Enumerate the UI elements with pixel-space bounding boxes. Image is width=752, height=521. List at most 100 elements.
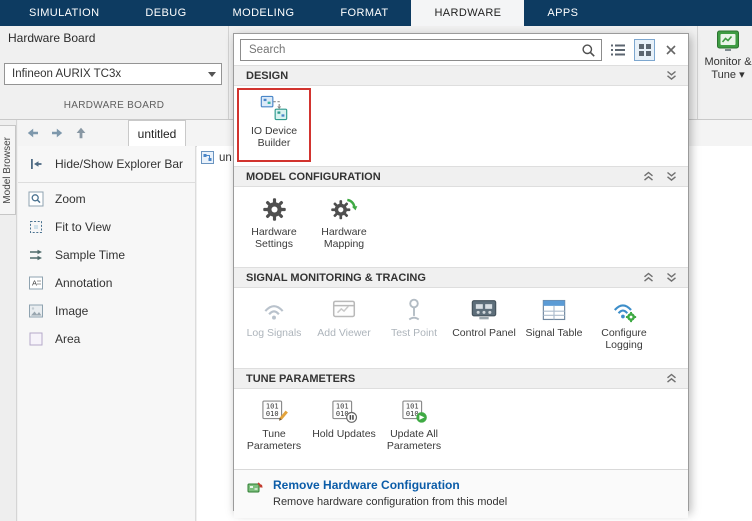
hold-updates-icon: 101 010 <box>328 396 360 426</box>
caret-down-icon <box>203 72 221 77</box>
tab-apps[interactable]: APPS <box>524 0 601 26</box>
hardware-mapping-icon <box>328 194 360 224</box>
chevrons-up-icon[interactable] <box>665 373 678 384</box>
gallery-item-hold-updates[interactable]: 101 010 Hold Updates <box>309 393 379 440</box>
tab-debug[interactable]: DEBUG <box>122 0 209 26</box>
search-box[interactable] <box>240 39 602 61</box>
gallery-item-label: Configure Logging <box>589 327 659 351</box>
annotation-icon: A <box>28 275 44 291</box>
gallery-item-io-device-builder[interactable]: IO Device Builder <box>239 90 309 160</box>
section-title: MODEL CONFIGURATION <box>246 171 381 183</box>
configure-logging-icon <box>608 295 640 325</box>
remove-hardware-link[interactable]: Remove Hardware Configuration <box>273 478 507 492</box>
gallery-item-control-panel[interactable]: Control Panel <box>449 292 519 339</box>
popup-search-row <box>234 34 688 65</box>
palette-divider <box>18 182 195 183</box>
canvas-palette: Hide/Show Explorer Bar Zoom Fit to View … <box>18 146 196 521</box>
gallery-item-hardware-settings[interactable]: Hardware Settings <box>239 191 309 250</box>
monitor-tune-button[interactable]: Monitor & Tune ▾ <box>700 29 752 82</box>
palette-item-label: Sample Time <box>55 248 125 262</box>
palette-item-label: Area <box>55 332 80 346</box>
close-popup-button[interactable] <box>660 39 682 61</box>
update-all-parameters-icon: 101 010 <box>398 396 430 426</box>
gallery-item-add-viewer: Add Viewer <box>309 292 379 339</box>
chevrons-up-icon[interactable] <box>642 272 655 283</box>
tab-format[interactable]: FORMAT <box>317 0 411 26</box>
search-input[interactable] <box>247 43 581 57</box>
monitor-tune-label: Monitor & Tune ▾ <box>700 56 752 82</box>
palette-item-sample-time[interactable]: Sample Time <box>18 241 195 269</box>
palette-item-image[interactable]: Image <box>18 297 195 325</box>
back-button[interactable] <box>24 124 42 142</box>
section-header-design[interactable]: DESIGN <box>234 65 688 86</box>
gallery-item-signal-table[interactable]: Signal Table <box>519 292 589 339</box>
remove-hardware-description: Remove hardware configuration from this … <box>273 496 507 508</box>
gallery-item-update-all-parameters[interactable]: 101 010 Update All Parameters <box>379 393 449 452</box>
model-browser-tab[interactable]: Model Browser <box>0 125 16 215</box>
gallery-item-label: Hardware Mapping <box>309 226 379 250</box>
palette-item-fit-to-view[interactable]: Fit to View <box>18 213 195 241</box>
sample-time-icon <box>28 247 44 263</box>
palette-item-zoom[interactable]: Zoom <box>18 185 195 213</box>
palette-item-annotation[interactable]: A Annotation <box>18 269 195 297</box>
explorer-bar-icon <box>28 156 44 172</box>
section-content-design: IO Device Builder <box>234 86 688 166</box>
section-header-signal-monitoring[interactable]: SIGNAL MONITORING & TRACING <box>234 267 688 288</box>
model-file-icon <box>201 151 214 164</box>
palette-item-area[interactable]: Area <box>18 325 195 353</box>
section-content-tune-parameters: 101 010 Tune Parameters 101 010 <box>234 389 688 469</box>
document-tab-untitled[interactable]: untitled <box>128 120 186 146</box>
grid-view-button[interactable] <box>634 39 656 61</box>
toolstrip-divider <box>697 26 698 119</box>
toolstrip-divider <box>228 26 229 119</box>
add-viewer-icon <box>328 295 360 325</box>
svg-text:010: 010 <box>266 410 279 418</box>
toolstrip-section-label: HARDWARE BOARD <box>0 100 228 111</box>
chevrons-down-icon[interactable] <box>665 272 678 283</box>
breadcrumb-label: un <box>219 152 232 164</box>
arrow-up-icon <box>73 125 89 141</box>
section-title: TUNE PARAMETERS <box>246 373 355 385</box>
tab-simulation[interactable]: SIMULATION <box>6 0 122 26</box>
signal-table-icon <box>538 295 570 325</box>
gallery-item-label: Add Viewer <box>317 327 371 339</box>
palette-item-label: Hide/Show Explorer Bar <box>55 157 183 171</box>
gallery-item-label: Signal Table <box>525 327 582 339</box>
palette-item-label: Fit to View <box>55 220 111 234</box>
section-content-model-configuration: Hardware Settings Hardware Mappi <box>234 187 688 267</box>
chevrons-down-icon[interactable] <box>665 171 678 182</box>
section-header-tune-parameters[interactable]: TUNE PARAMETERS <box>234 368 688 389</box>
document-tab-label: untitled <box>138 127 177 141</box>
tab-modeling[interactable]: MODELING <box>210 0 318 26</box>
section-header-model-configuration[interactable]: MODEL CONFIGURATION <box>234 166 688 187</box>
gallery-item-test-point: Test Point <box>379 292 449 339</box>
forward-button[interactable] <box>48 124 66 142</box>
section-content-signal-monitoring: Log Signals Add Viewer Test Point <box>234 288 688 368</box>
breadcrumb[interactable]: un <box>201 151 232 164</box>
io-device-builder-icon <box>258 93 290 123</box>
model-browser-label: Model Browser <box>2 137 13 204</box>
test-point-icon <box>398 295 430 325</box>
svg-text:A: A <box>32 279 37 288</box>
gallery-item-hardware-mapping[interactable]: Hardware Mapping <box>309 191 379 250</box>
log-signals-icon <box>258 295 290 325</box>
remove-hardware-configuration[interactable]: Remove Hardware Configuration Remove har… <box>234 469 688 518</box>
list-view-icon <box>610 43 626 57</box>
menubar: SIMULATION DEBUG MODELING FORMAT HARDWAR… <box>0 0 752 26</box>
hardware-board-dropdown[interactable]: Infineon AURIX TC3x <box>4 63 222 85</box>
palette-item-explorer-bar[interactable]: Hide/Show Explorer Bar <box>18 148 195 180</box>
chevrons-up-icon[interactable] <box>642 171 655 182</box>
close-icon <box>665 44 677 56</box>
tune-parameters-icon: 101 010 <box>258 396 290 426</box>
section-title: SIGNAL MONITORING & TRACING <box>246 272 426 284</box>
hardware-gallery-popup: DESIGN IO Device Builder <box>233 33 689 511</box>
image-icon <box>28 303 44 319</box>
list-view-button[interactable] <box>607 39 629 61</box>
hardware-settings-icon <box>258 194 290 224</box>
gallery-item-configure-logging[interactable]: Configure Logging <box>589 292 659 351</box>
gallery-item-tune-parameters[interactable]: 101 010 Tune Parameters <box>239 393 309 452</box>
up-button[interactable] <box>72 124 90 142</box>
tab-hardware[interactable]: HARDWARE <box>411 0 524 26</box>
palette-item-label: Annotation <box>55 276 112 290</box>
chevrons-down-icon[interactable] <box>665 70 678 81</box>
